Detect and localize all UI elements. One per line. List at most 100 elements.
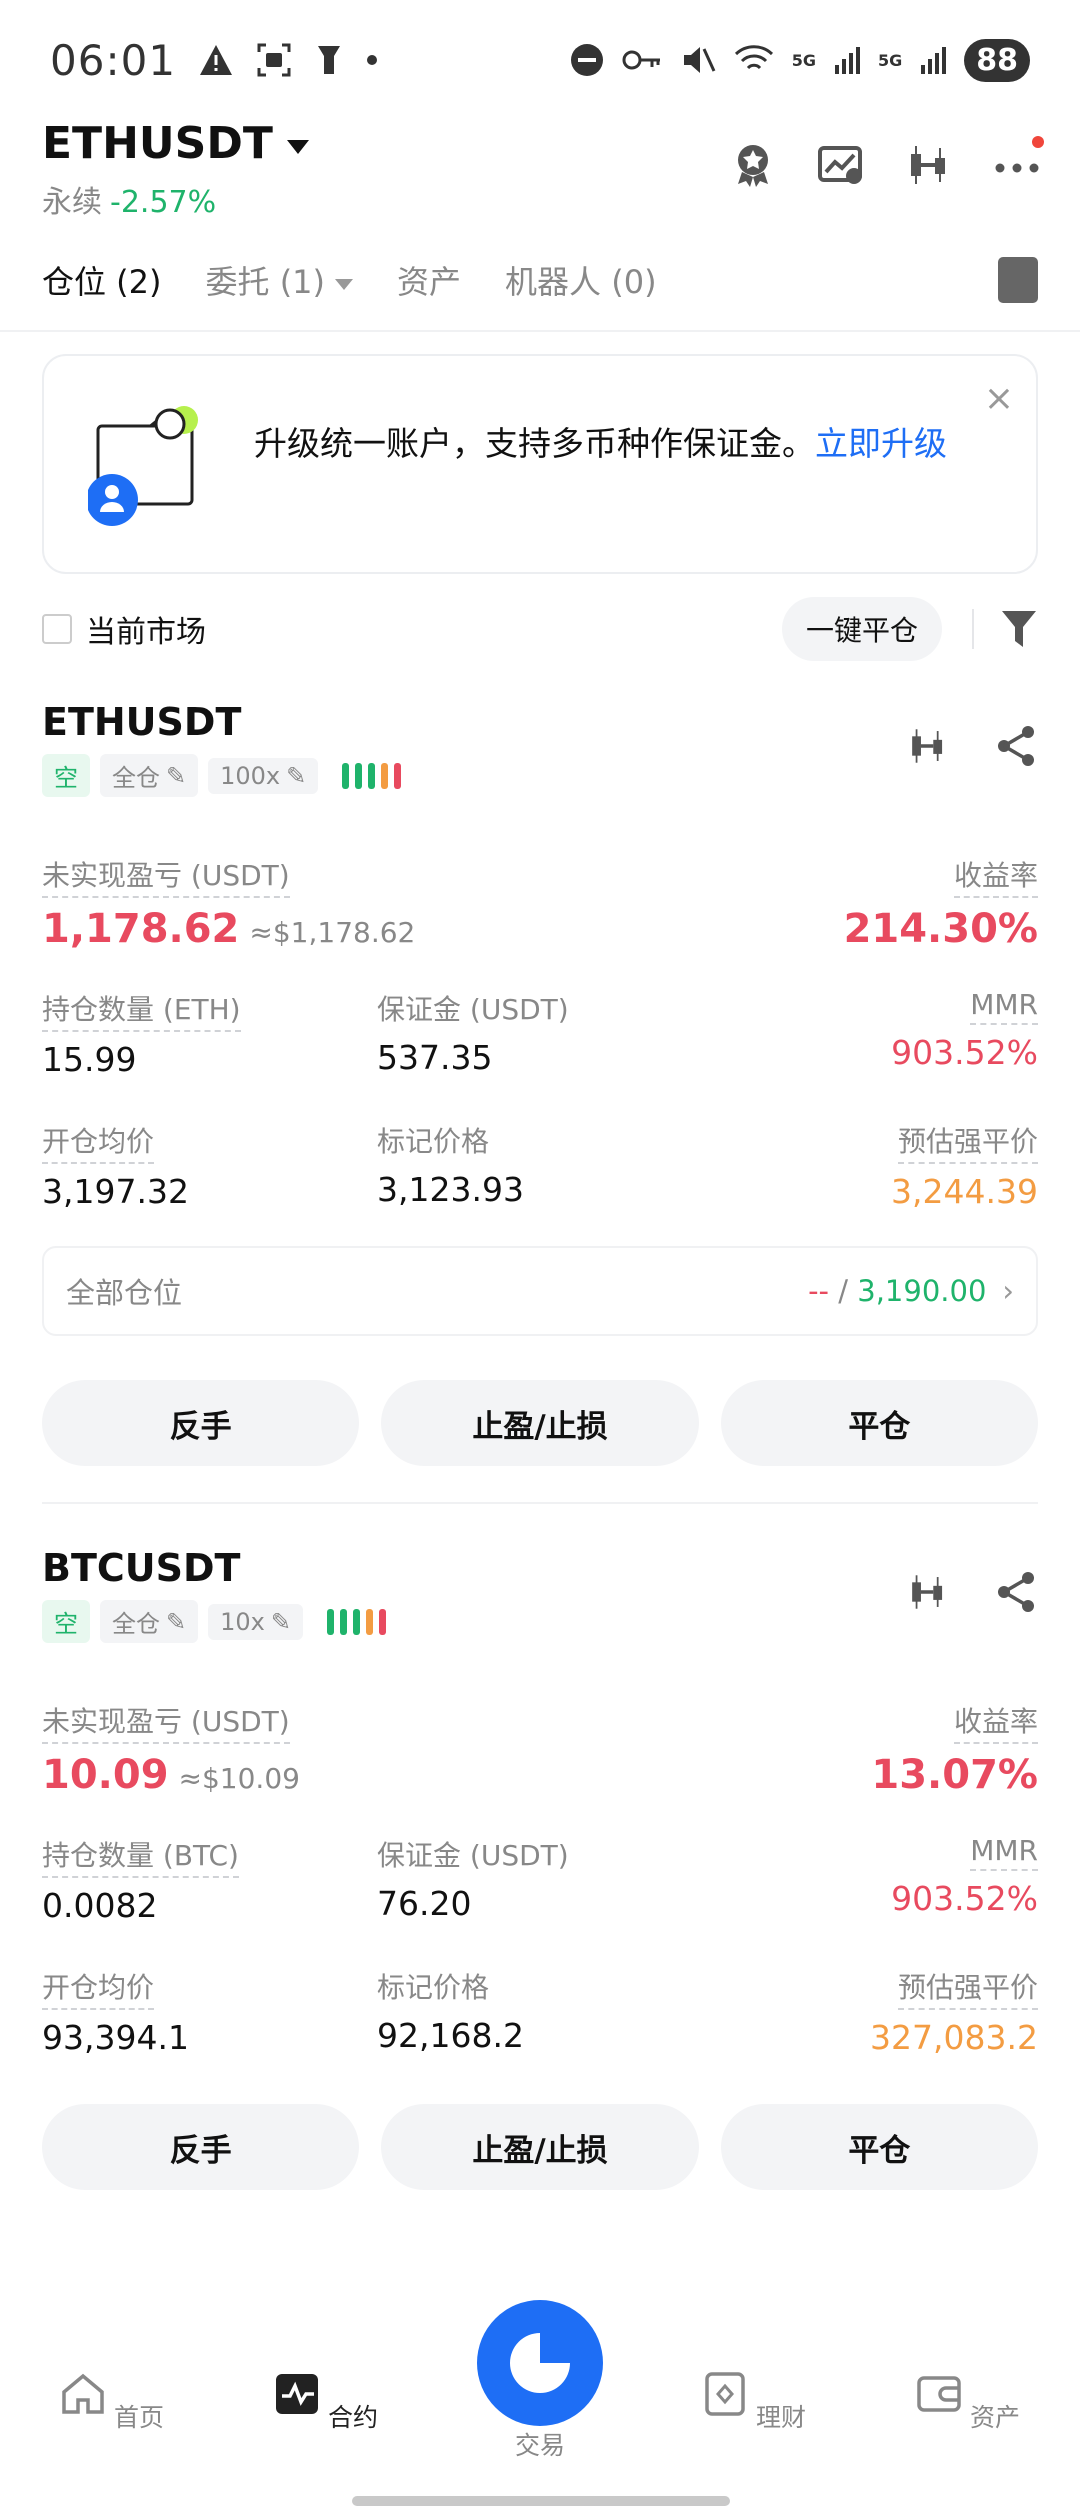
banner-text: 升级统一账户，支持多币种作保证金。立即升级: [254, 416, 974, 472]
mark-price-label: 标记价格: [377, 1971, 490, 2004]
unrealized-pnl-label: 未实现盈亏 (USDT): [42, 1700, 290, 1744]
divider: [42, 1502, 1038, 1504]
tab-bots[interactable]: 机器人 (0): [505, 257, 657, 303]
leverage-label: 100x: [220, 761, 281, 790]
medal-icon[interactable]: [728, 140, 778, 190]
reverse-button[interactable]: 反手: [42, 2104, 360, 2190]
quantity-label: 持仓数量 (ETH): [42, 988, 241, 1032]
tab-positions[interactable]: 仓位 (2): [42, 257, 162, 303]
current-market-checkbox[interactable]: [42, 614, 72, 644]
mmr-value: 903.52%: [891, 1033, 1038, 1072]
nav-earn[interactable]: 理财: [684, 2372, 824, 2434]
leverage-label: 10x: [220, 1607, 265, 1636]
tp-sl-button[interactable]: 止盈/止损: [381, 2104, 699, 2190]
tab-assets[interactable]: 资产: [397, 257, 461, 303]
wallet-icon: [917, 2376, 961, 2412]
risk-level-bars: [326, 1608, 386, 1635]
futures-icon: [276, 2374, 319, 2414]
position-card: BTCUSDT 空 全仓 ✎ 10x ✎ 未实现盈亏 (USDT) 10.09 ≈$1…: [42, 1546, 1038, 2190]
chart-settings-icon[interactable]: [816, 140, 866, 190]
nav-assets[interactable]: 资产: [898, 2372, 1038, 2434]
signal-icon: [834, 47, 860, 74]
nav-trade[interactable]: 交易: [470, 2372, 610, 2462]
all-positions-values: -- / 3,190.00: [808, 1274, 987, 1308]
filter-icon[interactable]: [1000, 607, 1038, 651]
flashlight-icon: [318, 46, 341, 74]
signal-icon: [921, 47, 947, 74]
edit-icon: ✎: [270, 1607, 291, 1636]
position-symbol[interactable]: ETHUSDT: [42, 700, 1038, 744]
dnd-icon: [570, 44, 603, 76]
candlestick-icon[interactable]: [904, 140, 954, 190]
liq-price-label: 预估强平价: [897, 1966, 1038, 2010]
network-label-2: 5G: [877, 50, 903, 70]
battery-indicator: 88: [964, 38, 1030, 82]
tp-sl-button[interactable]: 止盈/止损: [381, 1380, 699, 1466]
candlestick-icon[interactable]: [906, 724, 950, 768]
unrealized-pnl-value: 1,178.62 ≈$1,178.62: [42, 906, 416, 952]
caret-down-icon: [286, 139, 309, 154]
entry-price-value: 93,394.1: [42, 2018, 189, 2057]
more-menu-button[interactable]: [992, 136, 1044, 190]
close-position-button[interactable]: 平仓: [720, 2104, 1038, 2190]
upgrade-banner[interactable]: 升级统一账户，支持多币种作保证金。立即升级 ×: [42, 354, 1038, 574]
earn-icon: [705, 2372, 745, 2416]
home-indicator[interactable]: [352, 2496, 730, 2506]
margin-mode-label: 全仓: [112, 764, 160, 792]
margin-value: 537.35: [377, 1038, 493, 1077]
unrealized-pnl-label: 未实现盈亏 (USDT): [42, 854, 290, 898]
pnl-usd-approx: ≈$1,178.62: [249, 916, 416, 949]
divider: [0, 330, 1080, 332]
reverse-button[interactable]: 反手: [42, 1380, 360, 1466]
nav-home-label: 首页: [113, 2403, 164, 2432]
history-doc-icon[interactable]: [998, 257, 1038, 303]
margin-mode-tag[interactable]: 全仓 ✎: [100, 1600, 199, 1643]
position-symbol[interactable]: BTCUSDT: [42, 1546, 1038, 1590]
entry-price-label: 开仓均价: [42, 1120, 155, 1164]
mmr-value: 903.52%: [891, 1879, 1038, 1918]
entry-price-label: 开仓均价: [42, 1966, 155, 2010]
close-position-button[interactable]: 平仓: [720, 1380, 1038, 1466]
leverage-tag[interactable]: 10x ✎: [208, 1603, 303, 1640]
close-icon[interactable]: ×: [984, 378, 1014, 419]
margin-label: 保证金 (USDT): [377, 993, 569, 1026]
side-badge: 空: [42, 1600, 90, 1643]
liq-price-value: 327,083.2: [870, 2018, 1038, 2057]
risk-level-bars: [342, 762, 402, 789]
liq-price-label: 预估强平价: [897, 1120, 1038, 1164]
separator: [972, 609, 974, 649]
share-icon[interactable]: [994, 1570, 1038, 1614]
mmr-label: MMR: [970, 988, 1038, 1025]
leverage-tag[interactable]: 100x ✎: [208, 757, 319, 794]
position-tabs: 仓位 (2) 委托 (1) 资产 机器人 (0): [42, 250, 1038, 310]
roe-value: 13.07%: [871, 1752, 1038, 1798]
edit-icon: ✎: [166, 761, 187, 790]
dot-icon: [367, 55, 378, 65]
unrealized-pnl-value: 10.09 ≈$10.09: [42, 1752, 300, 1798]
key-icon: [622, 50, 660, 70]
roe-label: 收益率: [953, 854, 1038, 898]
home-icon: [62, 2373, 104, 2414]
nav-futures[interactable]: 合约: [256, 2372, 396, 2434]
nav-trade-label: 交易: [514, 2431, 565, 2460]
nav-home[interactable]: 首页: [42, 2372, 182, 2434]
upgrade-now-link[interactable]: 立即升级: [815, 424, 947, 463]
mark-price-value: 92,168.2: [377, 2016, 524, 2055]
edit-icon: ✎: [286, 761, 307, 790]
nav-futures-label: 合约: [327, 2403, 378, 2432]
margin-label: 保证金 (USDT): [377, 1839, 569, 1872]
tab-orders[interactable]: 委托 (1): [206, 257, 354, 303]
banner-message: 升级统一账户，支持多币种作保证金。: [254, 424, 815, 463]
market-header: ETHUSDT 永续 -2.57%: [42, 118, 1044, 228]
notification-dot: [1032, 136, 1044, 148]
margin-mode-label: 全仓: [112, 1610, 160, 1638]
roe-label: 收益率: [953, 1700, 1038, 1744]
all-positions-row[interactable]: 全部仓位 -- / 3,190.00 ›: [42, 1246, 1038, 1336]
roe-value: 214.30%: [843, 906, 1038, 952]
candlestick-icon[interactable]: [906, 1570, 950, 1614]
share-icon[interactable]: [994, 724, 1038, 768]
current-market-label: 当前市场: [86, 615, 206, 650]
mute-icon: [683, 47, 716, 73]
margin-mode-tag[interactable]: 全仓 ✎: [100, 754, 199, 797]
close-all-button[interactable]: 一键平仓: [781, 597, 942, 661]
